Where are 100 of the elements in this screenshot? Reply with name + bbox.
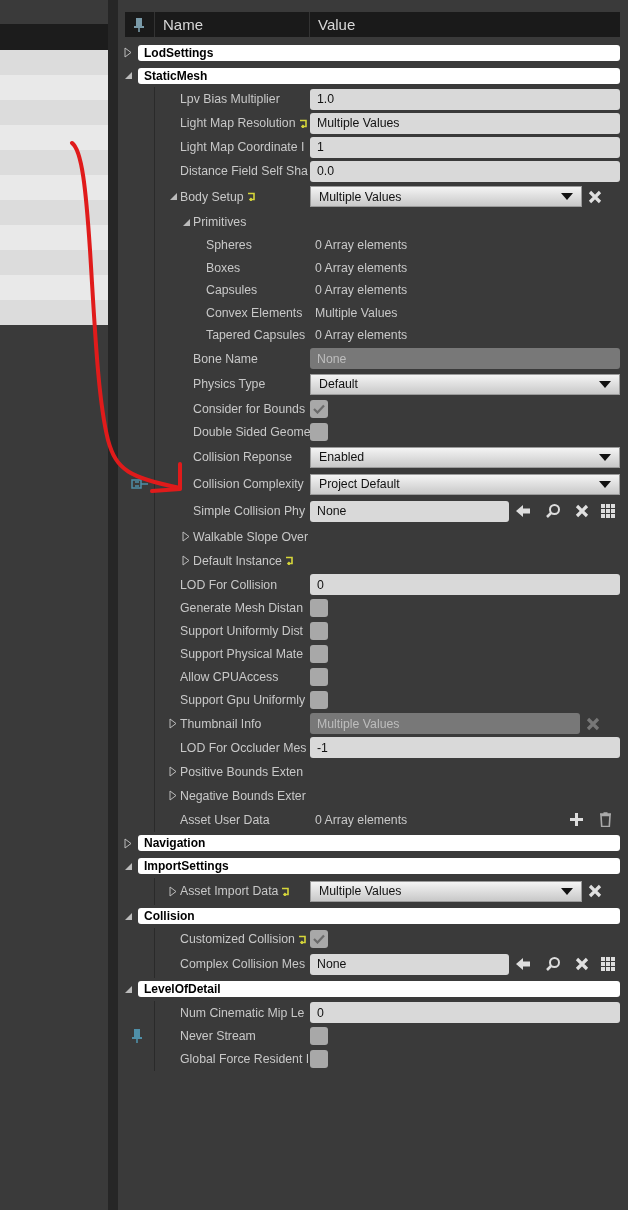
connector-icon[interactable] <box>131 478 149 490</box>
table-row[interactable] <box>0 150 108 175</box>
value-text: 0 Array elements <box>314 238 408 253</box>
value-field[interactable]: 1.0 <box>310 88 620 110</box>
property-label: LOD For Occluder Mes <box>180 740 307 755</box>
grid-icon[interactable] <box>601 957 615 971</box>
category-header[interactable]: Collision <box>138 908 620 924</box>
table-row[interactable] <box>0 200 108 225</box>
property-label: Light Map Coordinate I <box>180 140 305 154</box>
property-label: Boxes <box>206 260 241 275</box>
collapsed-arrow-icon[interactable] <box>124 47 132 58</box>
value-column-title: Value <box>317 15 357 35</box>
collapsed-arrow-icon[interactable] <box>182 531 190 542</box>
expanded-arrow-icon[interactable] <box>182 217 191 227</box>
checkbox[interactable] <box>310 400 328 418</box>
expanded-arrow-icon[interactable] <box>123 911 133 921</box>
reset-arrow-icon[interactable] <box>298 118 308 128</box>
reset-arrow-icon[interactable] <box>281 886 291 896</box>
pin-icon[interactable] <box>131 1028 143 1044</box>
property-label: Asset User Data <box>180 812 270 827</box>
checkbox[interactable] <box>310 599 328 617</box>
category-header[interactable]: ImportSettings <box>138 858 620 874</box>
value-field[interactable]: -1 <box>310 737 620 758</box>
property-label: Thumbnail Info <box>180 716 262 731</box>
value-field[interactable]: 0 <box>310 1002 620 1023</box>
collapsed-arrow-icon[interactable] <box>124 837 132 849</box>
expanded-arrow-icon[interactable] <box>123 984 133 994</box>
table-row[interactable] <box>0 225 108 250</box>
property-label: Allow CPUAccess <box>180 670 279 684</box>
property-label: Support Gpu Uniformly <box>180 693 306 707</box>
grid-icon[interactable] <box>601 504 615 518</box>
asset-field[interactable]: None <box>310 953 509 975</box>
dropdown[interactable]: Multiple Values <box>310 880 582 902</box>
search-icon[interactable] <box>545 503 561 519</box>
value-field[interactable]: 0 <box>310 574 620 595</box>
checkbox[interactable] <box>310 423 328 441</box>
property-label: Bone Name <box>193 351 258 366</box>
value-field[interactable]: 0.0 <box>310 160 620 182</box>
property-label: Never Stream <box>180 1029 256 1043</box>
asset-field[interactable]: None <box>310 500 509 522</box>
checkbox[interactable] <box>310 622 328 640</box>
table-row[interactable] <box>0 250 108 275</box>
checkbox[interactable] <box>310 645 328 663</box>
value-text: 0 Array elements <box>314 328 408 343</box>
reset-arrow-icon[interactable] <box>284 556 294 565</box>
property-label: Positive Bounds Exten <box>180 764 304 779</box>
property-label: Consider for Bounds <box>193 402 306 416</box>
value-text: 0 Array elements <box>314 812 409 827</box>
back-arrow-icon[interactable] <box>515 504 531 518</box>
category-header[interactable]: StaticMesh <box>138 67 620 84</box>
expanded-arrow-icon[interactable] <box>123 71 133 80</box>
checkbox[interactable] <box>310 930 328 948</box>
table-row[interactable] <box>0 175 108 200</box>
dropdown[interactable]: Default <box>310 373 620 395</box>
expanded-arrow-icon[interactable] <box>123 861 133 871</box>
category-header[interactable]: Navigation <box>138 835 620 851</box>
collapsed-arrow-icon[interactable] <box>169 885 177 897</box>
pin-icon[interactable] <box>133 16 145 33</box>
trash-icon[interactable] <box>599 812 612 827</box>
value-field: Multiple Values <box>310 713 580 734</box>
table-row[interactable] <box>0 275 108 300</box>
property-label: Support Uniformly Dist <box>180 624 303 638</box>
property-label: Num Cinematic Mip Le <box>180 1005 305 1020</box>
property-label: Light Map Resolution <box>180 116 296 130</box>
expanded-arrow-icon[interactable] <box>169 192 178 201</box>
reset-arrow-icon[interactable] <box>246 192 256 201</box>
dropdown[interactable]: Project Default <box>310 473 620 495</box>
property-label: Body Setup <box>180 189 244 204</box>
caret-icon <box>561 887 573 895</box>
value-field[interactable]: 1 <box>310 136 620 158</box>
check-icon <box>313 934 325 944</box>
dropdown[interactable]: Enabled <box>310 446 620 468</box>
collapsed-arrow-icon[interactable] <box>169 766 177 777</box>
value-text: 0 Array elements <box>314 283 408 298</box>
property-label: Double Sided Geome <box>193 425 311 439</box>
dropdown[interactable]: Multiple Values <box>310 186 582 207</box>
value-field[interactable]: Multiple Values <box>310 112 620 134</box>
collapsed-arrow-icon[interactable] <box>169 790 177 801</box>
checkbox[interactable] <box>310 668 328 686</box>
property-label: Physics Type <box>193 377 266 391</box>
plus-icon[interactable] <box>570 813 583 826</box>
property-label: Default Instance <box>193 553 282 568</box>
category-header[interactable]: LodSettings <box>138 44 620 61</box>
caret-icon <box>599 480 611 488</box>
checkbox[interactable] <box>310 1050 328 1068</box>
checkbox[interactable] <box>310 691 328 709</box>
property-label: Collision Complexity <box>193 477 304 491</box>
property-label: Collision Reponse <box>193 450 293 464</box>
property-label: Complex Collision Mes <box>180 957 306 971</box>
back-arrow-icon[interactable] <box>515 957 531 971</box>
reset-arrow-icon[interactable] <box>297 934 307 944</box>
category-header[interactable]: LevelOfDetail <box>138 981 620 997</box>
collapsed-arrow-icon[interactable] <box>182 555 190 566</box>
table-row[interactable] <box>0 300 108 325</box>
name-column-title: Name <box>155 12 310 37</box>
caret-icon <box>599 453 611 461</box>
property-label: Asset Import Data <box>180 884 279 898</box>
search-icon[interactable] <box>545 956 561 972</box>
property-label: Global Force Resident I <box>180 1052 310 1066</box>
checkbox[interactable] <box>310 1027 328 1045</box>
